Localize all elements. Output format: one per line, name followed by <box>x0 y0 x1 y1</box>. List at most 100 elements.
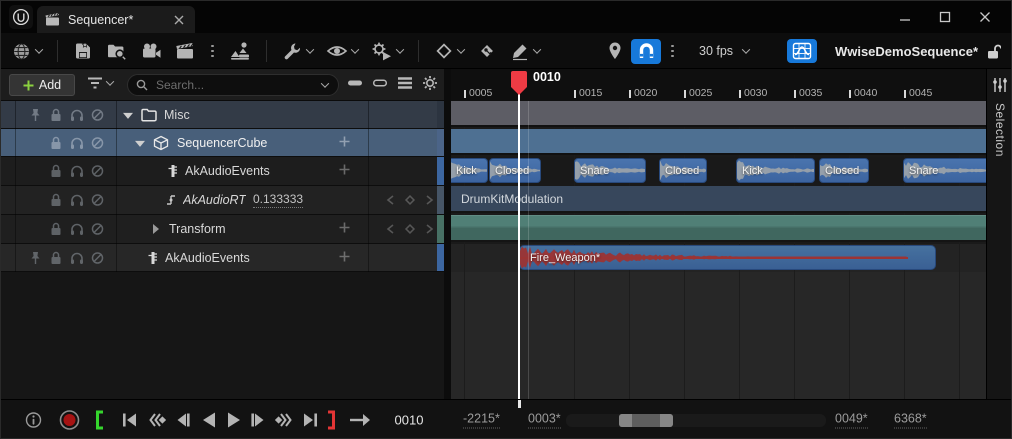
world-dropdown-button[interactable] <box>9 38 44 64</box>
fps-dropdown[interactable]: 30 fps <box>699 38 749 64</box>
render-options-dots-icon[interactable] <box>207 45 218 58</box>
unlocked-icon[interactable] <box>986 43 1001 60</box>
expand-caret-icon[interactable] <box>123 112 133 118</box>
marker-pin-button[interactable] <box>605 38 625 64</box>
expand-caret-icon[interactable] <box>135 140 145 146</box>
add-key-icon[interactable] <box>404 194 416 206</box>
headphones-icon[interactable] <box>70 108 84 121</box>
lock-icon[interactable] <box>50 136 62 150</box>
mute-ban-icon[interactable] <box>91 165 104 178</box>
outline-view-icon[interactable] <box>372 76 388 90</box>
track-row-akaudioevents2[interactable]: AkAudioEvents <box>1 244 444 272</box>
maximize-button[interactable] <box>925 1 965 33</box>
search-box[interactable] <box>127 74 339 96</box>
audio-clip-snare[interactable]: Snare <box>574 158 646 183</box>
jump-forward-icon[interactable] <box>349 413 371 427</box>
collapse-caret-icon[interactable] <box>153 224 159 234</box>
mute-ban-icon[interactable] <box>91 251 104 264</box>
selection-side-tab[interactable]: Selection <box>986 69 1012 399</box>
auto-key-button[interactable] <box>475 38 499 64</box>
lock-icon[interactable] <box>50 251 62 265</box>
audio-clip-kick[interactable]: Kick <box>736 158 815 183</box>
add-section-button[interactable] <box>339 220 350 238</box>
sequencercube-section-bar[interactable] <box>451 129 986 155</box>
actor-sequence-button[interactable] <box>227 38 253 64</box>
mute-ban-icon[interactable] <box>91 194 104 207</box>
tab-sequencer[interactable]: Sequencer* <box>37 6 195 33</box>
timeline-ruler[interactable]: 00050015002000250030003500400045 <box>451 69 986 101</box>
track-row-akaudioevents[interactable]: AkAudioEvents <box>1 157 444 186</box>
info-icon[interactable] <box>25 412 42 429</box>
search-input[interactable] <box>154 77 312 93</box>
next-key-icon[interactable] <box>423 223 435 235</box>
close-button[interactable] <box>965 1 1005 33</box>
keyframe-options-button[interactable] <box>432 38 466 64</box>
add-section-button[interactable] <box>339 134 350 152</box>
play-reverse-button[interactable] <box>200 411 218 429</box>
unreal-engine-logo-icon[interactable] <box>9 5 33 29</box>
camera-button[interactable] <box>138 38 164 64</box>
next-key-icon[interactable] <box>423 194 435 206</box>
snap-magnet-button[interactable] <box>631 39 661 64</box>
set-playback-start-button[interactable] <box>95 411 104 430</box>
misc-section-bar[interactable] <box>451 101 986 127</box>
lock-icon[interactable] <box>50 193 62 207</box>
track-row-transform[interactable]: Transform <box>1 215 444 244</box>
playhead-line[interactable] <box>518 93 520 399</box>
clapperboard-render-button[interactable] <box>173 38 198 64</box>
previous-key-button[interactable] <box>148 412 166 428</box>
lock-icon[interactable] <box>50 164 62 178</box>
audio-clip-closed[interactable]: Closed <box>819 158 869 183</box>
scrollbar-thumb[interactable] <box>619 414 673 427</box>
rtpc-section-bar[interactable]: DrumKitModulation <box>451 186 986 213</box>
view-options-eye-button[interactable] <box>324 38 360 64</box>
snap-options-dots-icon[interactable] <box>667 45 678 58</box>
rtpc-value-field[interactable]: 0.133333 <box>253 192 303 208</box>
browse-folder-button[interactable] <box>104 38 129 64</box>
timeline-panel[interactable]: DrumKitModulation KickClosedSnareClosedK… <box>451 69 986 399</box>
step-forward-button[interactable] <box>250 412 266 428</box>
track-row-misc[interactable]: Misc <box>1 101 444 129</box>
timeline-scrollbar[interactable] <box>566 414 826 427</box>
jump-to-end-button[interactable] <box>302 412 319 428</box>
tab-close-icon[interactable] <box>171 12 187 28</box>
headphones-icon[interactable] <box>70 251 84 264</box>
pin-icon[interactable] <box>29 108 42 122</box>
play-button[interactable] <box>225 411 243 429</box>
headphones-icon[interactable] <box>70 136 84 149</box>
compact-view-icon[interactable] <box>347 76 363 90</box>
lock-icon[interactable] <box>50 222 62 236</box>
audio-clip-closed[interactable]: Closed <box>489 158 541 183</box>
audio-clip-snare[interactable]: Snare <box>903 158 986 183</box>
playback-range-start-field[interactable]: 0003* <box>528 412 561 429</box>
audio-clip-closed[interactable]: Closed <box>659 158 707 183</box>
mute-ban-icon[interactable] <box>91 108 104 121</box>
filter-button[interactable] <box>87 76 113 90</box>
record-button[interactable] <box>59 410 80 431</box>
add-track-button[interactable]: Add <box>9 74 75 96</box>
playhead-marker[interactable] <box>509 70 529 102</box>
prev-key-icon[interactable] <box>385 223 397 235</box>
panel-splitter[interactable] <box>444 69 451 399</box>
prev-key-icon[interactable] <box>385 194 397 206</box>
headphones-icon[interactable] <box>70 165 84 178</box>
curve-editor-button[interactable] <box>787 39 817 63</box>
edit-pencil-button[interactable] <box>508 38 542 64</box>
pin-icon[interactable] <box>29 251 42 265</box>
headphones-icon[interactable] <box>70 223 84 236</box>
current-frame-field[interactable]: 0010 <box>385 413 433 428</box>
jump-to-start-button[interactable] <box>121 412 138 428</box>
save-asset-button[interactable] <box>71 38 95 64</box>
settings-wrench-button[interactable] <box>280 38 315 64</box>
add-section-button[interactable] <box>339 249 350 267</box>
headphones-icon[interactable] <box>70 194 84 207</box>
add-section-button[interactable] <box>339 162 350 180</box>
working-range-start-field[interactable]: -2215* <box>463 412 500 429</box>
list-view-icon[interactable] <box>397 76 413 90</box>
working-range-end-field[interactable]: 6368* <box>894 412 927 429</box>
track-row-akaudiortpc[interactable]: AkAudioRT 0.133333 <box>1 186 444 215</box>
mute-ban-icon[interactable] <box>91 223 104 236</box>
audio-clip-fire-weapon[interactable]: Fire_Weapon* <box>519 245 936 270</box>
gear-icon[interactable] <box>422 75 438 91</box>
step-back-button[interactable] <box>175 412 191 428</box>
